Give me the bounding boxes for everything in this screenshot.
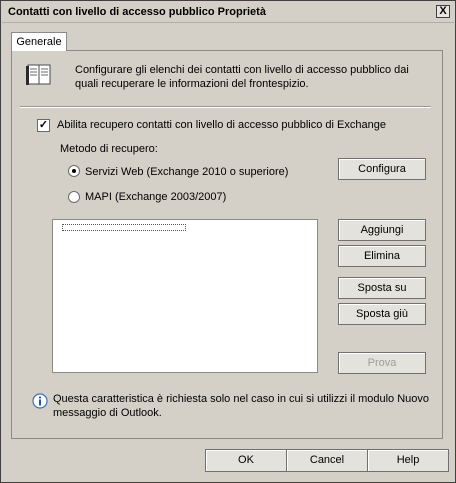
address-book-icon: [26, 64, 51, 85]
configure-button[interactable]: Configura: [338, 158, 426, 180]
add-button[interactable]: Aggiungi: [338, 219, 426, 241]
description-text: Configurare gli elenchi dei contatti con…: [75, 64, 409, 90]
radio-web-services-label: Servizi Web (Exchange 2010 o superiore): [85, 166, 289, 178]
move-up-button[interactable]: Sposta su: [338, 277, 426, 299]
delete-button[interactable]: Elimina: [338, 245, 426, 267]
retrieval-method-label: Metodo di recupero:: [60, 143, 158, 155]
move-down-button[interactable]: Sposta giù: [338, 303, 426, 325]
contacts-list[interactable]: [52, 219, 318, 373]
enable-retrieval-label: Abilita recupero contatti con livello di…: [57, 119, 386, 131]
help-button[interactable]: Help: [367, 449, 449, 472]
cancel-button[interactable]: Cancel: [286, 449, 368, 472]
separator: [20, 106, 431, 108]
tab-generale[interactable]: Generale: [11, 32, 67, 51]
radio-mapi[interactable]: [68, 191, 80, 203]
window-title: Contatti con livello di accesso pubblico…: [8, 6, 266, 18]
enable-retrieval-checkbox[interactable]: ✓: [37, 119, 50, 132]
list-focus-item[interactable]: [62, 224, 186, 231]
radio-mapi-label: MAPI (Exchange 2003/2007): [85, 191, 227, 203]
close-button[interactable]: X: [436, 5, 450, 18]
test-button[interactable]: Prova: [338, 352, 426, 374]
radio-web-services[interactable]: [68, 165, 80, 177]
info-text: Questa caratteristica è richiesta solo n…: [53, 393, 429, 419]
title-bar: Contatti con livello di accesso pubblico…: [2, 2, 454, 23]
info-icon: [32, 393, 48, 409]
ok-button[interactable]: OK: [205, 449, 287, 472]
